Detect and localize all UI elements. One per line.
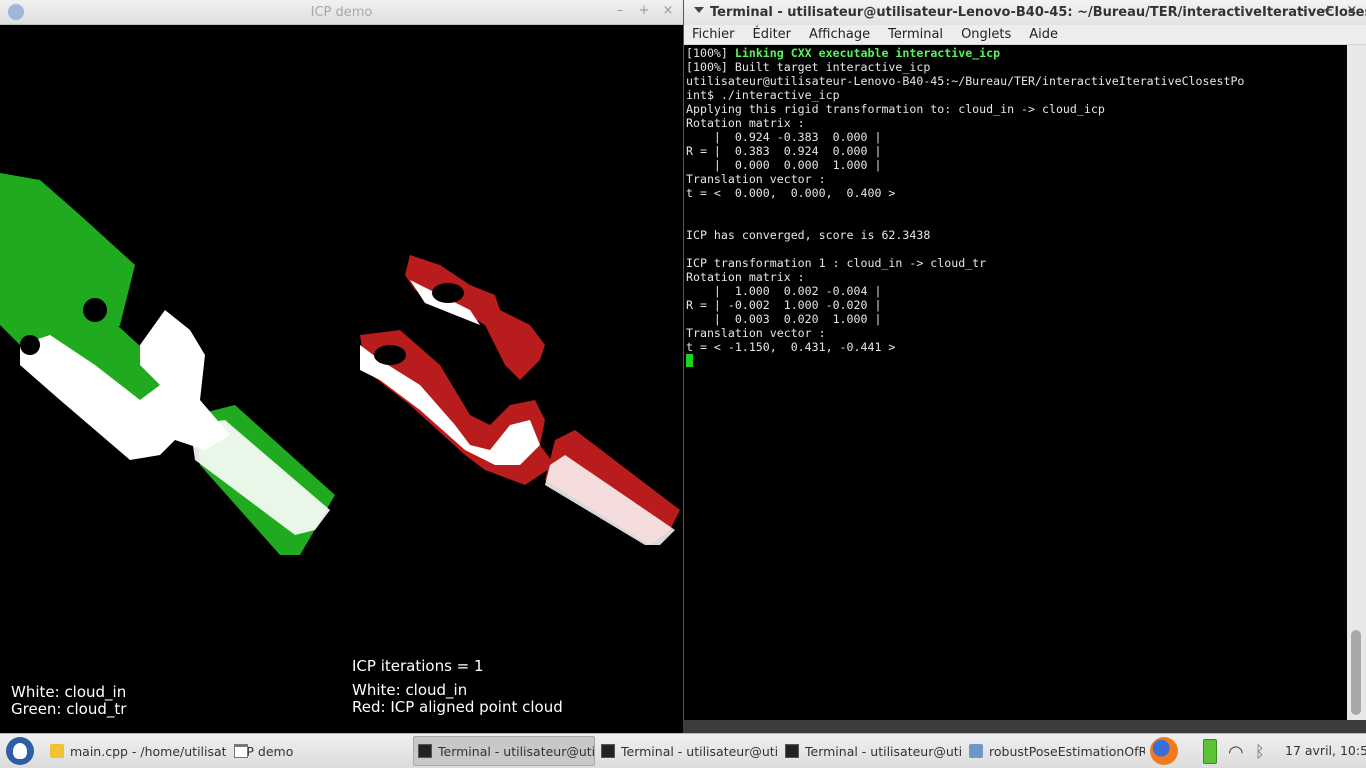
menu-onglets[interactable]: Onglets [961,25,1011,44]
point-cloud-viewport[interactable]: White: cloud_in Green: cloud_tr ICP iter… [0,25,683,733]
terminal-window-title: Terminal - utilisateur@utilisateur-Lenov… [710,5,1366,20]
menu-fichier[interactable]: Fichier [692,25,735,44]
left-label-green: Green: cloud_tr [11,700,127,718]
terminal-cursor [686,354,693,367]
task-terminal-3[interactable]: Terminal - utilisateur@util... [781,736,961,766]
terminal-line-prefix: [100%] [686,46,735,60]
icp-iterations-label: ICP iterations = 1 [352,657,484,675]
terminal-line: Applying this rigid transformation to: c… [686,102,1105,116]
terminal-line: ICP has converged, score is 62.3438 [686,228,931,242]
minimize-button[interactable]: – [613,3,627,18]
terminal-line: [100%] Built target interactive_icp [686,60,931,74]
terminal-title-bar[interactable]: Terminal - utilisateur@utilisateur-Lenov… [684,0,1366,25]
right-label-white: White: cloud_in [352,681,468,699]
editor-icon [50,744,64,758]
terminal-window[interactable]: Terminal - utilisateur@utilisateur-Lenov… [683,0,1366,720]
terminal-line: R = | 0.383 0.924 0.000 | [686,144,882,158]
firefox-icon[interactable] [1150,737,1178,765]
task-label: robustPoseEstimationOfRi... [989,743,1145,759]
terminal-line: utilisateur@utilisateur-Lenovo-B40-45:~/… [686,74,1245,88]
terminal-line: Rotation matrix : [686,116,805,130]
maximize-button[interactable]: + [637,3,651,18]
maximize-button[interactable]: + [1321,3,1335,18]
menu-aide[interactable]: Aide [1029,25,1058,44]
scrollbar-thumb[interactable] [1351,630,1361,715]
menu-editer[interactable]: Éditer [753,25,792,44]
terminal-scrollbar[interactable] [1347,45,1366,720]
menu-terminal[interactable]: Terminal [888,25,943,44]
wifi-icon[interactable]: ◠ [1228,742,1244,763]
left-label-white: White: cloud_in [11,683,127,701]
terminal-icon [601,744,615,758]
task-terminal-active[interactable]: Terminal - utilisateur@util... [413,736,595,766]
close-button[interactable]: × [661,3,675,18]
taskbar: main.cpp - /home/utilisat... ICP demo Te… [0,733,1366,768]
task-terminal-2[interactable]: Terminal - utilisateur@util... [597,736,777,766]
close-button[interactable]: × [1345,3,1359,18]
terminal-line: int$ ./interactive_icp [686,88,840,102]
icp-title-bar[interactable]: ICP demo – + × [0,0,683,25]
clock[interactable]: 17 avril, 10:56 [1285,743,1366,758]
terminal-line: Translation vector : [686,326,826,340]
task-label: Terminal - utilisateur@util... [805,743,961,759]
icp-window-title: ICP demo [310,5,373,20]
terminal-line: t = < -1.150, 0.431, -0.441 > [686,340,896,354]
task-label: Terminal - utilisateur@util... [621,743,777,759]
terminal-line [686,354,1345,368]
terminal-line: | 0.924 -0.383 0.000 | [686,130,882,144]
red-cloud-hole-bottom [374,345,406,365]
point-cloud-render [0,173,680,555]
terminal-line: Translation vector : [686,172,826,186]
task-label: Terminal - utilisateur@util... [438,743,595,759]
minimize-button[interactable]: – [1297,3,1311,18]
terminal-line: R = | -0.002 1.000 -0.020 | [686,298,882,312]
terminal-line: | 0.000 0.000 1.000 | [686,158,882,172]
window-icon [234,744,248,758]
left-point-clouds [0,173,335,555]
menu-affichage[interactable]: Affichage [809,25,870,44]
terminal-menu-bar: Fichier Éditer Affichage Terminal Onglet… [684,25,1366,45]
white-cloud-hole [83,298,107,322]
terminal-line: | 0.003 0.020 1.000 | [686,312,882,326]
terminal-icon [785,744,799,758]
task-label: main.cpp - /home/utilisat... [70,743,226,759]
icp-demo-window[interactable]: ICP demo – + × White: cloud_in Green: cl… [0,0,683,733]
start-menu-icon[interactable] [6,737,34,765]
right-point-clouds [360,255,680,545]
terminal-line: ICP transformation 1 : cloud_in -> cloud… [686,256,987,270]
terminal-line: | 1.000 0.002 -0.004 | [686,284,882,298]
terminal-line: [100%] Linking CXX executable interactiv… [686,46,1345,60]
task-icp-demo[interactable]: ICP demo [230,736,410,766]
folder-icon [969,744,983,758]
terminal-icon [418,744,432,758]
terminal-line: Rotation matrix : [686,270,805,284]
window-menu-icon[interactable] [694,7,704,13]
red-cloud-hole-top [432,283,464,303]
terminal-output[interactable]: [100%] Linking CXX executable interactiv… [684,45,1347,720]
right-label-red: Red: ICP aligned point cloud [352,698,563,716]
terminal-line-highlight: Linking CXX executable interactive_icp [734,46,1001,60]
terminal-line: t = < 0.000, 0.000, 0.400 > [686,186,896,200]
bluetooth-icon[interactable]: ᛒ [1255,742,1265,761]
battery-icon[interactable] [1203,739,1217,764]
task-main-cpp[interactable]: main.cpp - /home/utilisat... [46,736,226,766]
task-folder[interactable]: robustPoseEstimationOfRi... [965,736,1145,766]
green-cloud-hole [20,335,40,355]
